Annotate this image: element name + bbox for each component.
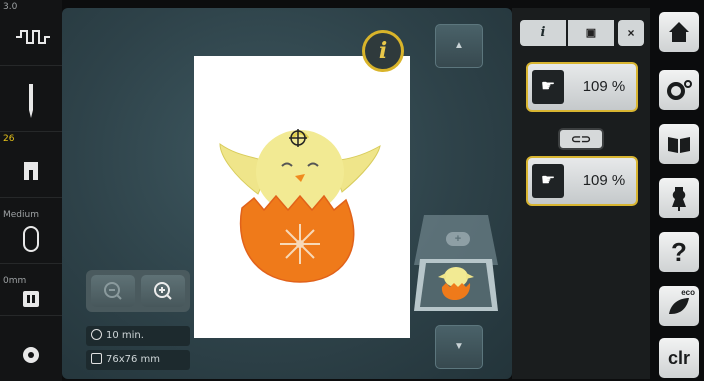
system-bar: ? eco clr: [650, 0, 704, 381]
clock-icon: [91, 329, 102, 340]
book-icon: [668, 137, 690, 153]
eco-label: eco: [681, 288, 695, 297]
zoom-out-button[interactable]: [91, 275, 135, 307]
feed-dog-cell[interactable]: 0mm: [0, 264, 62, 316]
proportion-lock-button[interactable]: ⊂⊃: [558, 128, 604, 150]
needle-cell[interactable]: [0, 66, 62, 132]
scale-width-button[interactable]: ☛ 109 %: [526, 62, 638, 112]
tutorial-button[interactable]: [659, 124, 699, 164]
bobbin-cell[interactable]: [0, 330, 62, 381]
help-button[interactable]: ?: [659, 232, 699, 272]
presser-foot-cell[interactable]: 26: [0, 132, 62, 198]
presser-foot-icon: [24, 162, 38, 180]
size-value: 76x76 mm: [106, 354, 161, 365]
feed-dog-value: 0mm: [3, 276, 27, 286]
chick-design-image: [219, 129, 381, 283]
arrow-down-icon: ▼: [454, 341, 464, 352]
eco-button[interactable]: eco: [659, 286, 699, 326]
panel-tabs: i ▣ ×: [520, 20, 644, 46]
time-value: 10 min.: [106, 330, 144, 341]
tab-info[interactable]: i: [520, 20, 566, 46]
hand-scale-icon: ☛: [532, 70, 564, 104]
settings-icon: [667, 80, 692, 100]
zoom-out-icon: [104, 282, 122, 300]
clear-button[interactable]: clr: [659, 338, 699, 378]
dress-form-icon: [672, 187, 686, 211]
home-icon: [669, 22, 689, 42]
zoom-in-icon: [154, 282, 172, 300]
scroll-up-button[interactable]: ▲: [435, 24, 483, 68]
stitch-speed-cell[interactable]: 3.0: [0, 0, 62, 66]
tension-cell[interactable]: Medium: [0, 198, 62, 264]
size-icon: [91, 353, 102, 364]
scale-height-value: 109 %: [582, 172, 626, 189]
bobbin-icon: [23, 347, 39, 363]
design-size-display: 76x76 mm: [86, 350, 190, 370]
tension-value: Medium: [3, 210, 39, 220]
close-button[interactable]: ×: [618, 20, 644, 46]
consultant-button[interactable]: [659, 178, 699, 218]
settings-button[interactable]: [659, 70, 699, 110]
arrow-up-icon: ▲: [454, 40, 464, 51]
home-button[interactable]: [659, 12, 699, 52]
link-icon: ⊂⊃: [570, 132, 592, 146]
info-button[interactable]: i: [362, 30, 404, 72]
needle-icon: [29, 84, 33, 118]
scale-width-value: 109 %: [582, 78, 626, 95]
design-preview-thumbnail[interactable]: [414, 215, 498, 327]
stitch-width-icon: [16, 30, 50, 44]
speed-value: 3.0: [3, 2, 18, 12]
zoom-in-button[interactable]: [141, 275, 185, 307]
scale-height-button[interactable]: ☛ 109 %: [526, 156, 638, 206]
status-bar: 3.0 26 Medium 0mm: [0, 0, 62, 381]
hoop-icon: [23, 291, 39, 307]
zoom-controls: [86, 270, 190, 312]
bobbin-tension-icon: [23, 226, 39, 252]
stitch-time-display: 10 min.: [86, 326, 190, 346]
hand-scale-icon: ☛: [532, 164, 564, 198]
edit-design-icon: ▣: [585, 27, 597, 39]
scale-edit-panel: i ▣ × ☛ 109 % ⊂⊃ ☛ 109 %: [512, 8, 650, 379]
tab-edit[interactable]: ▣: [568, 20, 614, 46]
scroll-down-button[interactable]: ▼: [435, 325, 483, 369]
presser-foot-value: 26: [3, 134, 15, 144]
design-canvas[interactable]: [194, 56, 410, 338]
